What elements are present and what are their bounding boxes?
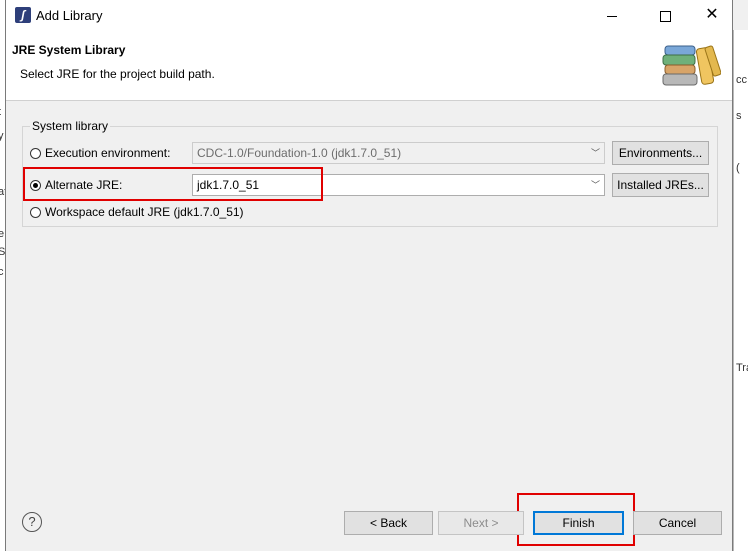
combo-value: jdk1.7.0_51	[197, 178, 260, 192]
radio-label: Execution environment:	[45, 146, 171, 160]
radio-icon	[30, 206, 41, 218]
radio-icon	[30, 147, 41, 159]
close-icon: ✕	[705, 6, 719, 23]
workspace-default-jre-radio[interactable]: Workspace default JRE (jdk1.7.0_51)	[30, 204, 244, 220]
chevron-down-icon: ﹀	[590, 148, 600, 158]
bg-fragment: Tra	[736, 362, 748, 374]
environments-button[interactable]: Environments...	[612, 141, 709, 165]
minimize-button[interactable]	[589, 0, 635, 30]
help-icon: ?	[28, 514, 36, 529]
radio-icon	[30, 179, 41, 191]
finish-button[interactable]: Finish	[533, 511, 624, 535]
combo-value: CDC-1.0/Foundation-1.0 (jdk1.7.0_51)	[197, 146, 402, 160]
minimize-icon	[607, 15, 617, 17]
page-title: JRE System Library	[12, 43, 126, 57]
next-button[interactable]: Next >	[438, 511, 524, 535]
maximize-icon	[659, 10, 671, 22]
group-legend: System library	[30, 119, 111, 133]
bg-fragment: y	[0, 130, 4, 142]
radio-label: Alternate JRE:	[45, 178, 123, 192]
page-description: Select JRE for the project build path.	[20, 67, 215, 81]
help-button[interactable]: ?	[22, 512, 42, 532]
installed-jres-button[interactable]: Installed JREs...	[612, 173, 709, 197]
background-editor-right: cc s ( Tra	[733, 30, 748, 551]
add-library-dialog: ʃ Add Library ✕ JRE System Library Selec…	[5, 0, 733, 551]
bg-fragment: e	[0, 228, 4, 240]
execution-environment-select: CDC-1.0/Foundation-1.0 (jdk1.7.0_51) ﹀	[192, 142, 605, 164]
eclipse-icon: ʃ	[15, 7, 31, 23]
maximize-button[interactable]	[642, 0, 688, 30]
wizard-header: JRE System Library Select JRE for the pr…	[6, 30, 732, 101]
bg-fragment: c	[0, 266, 4, 278]
bg-fragment: cc	[736, 74, 747, 86]
bg-fragment: t	[0, 106, 1, 118]
execution-environment-radio[interactable]: Execution environment:	[30, 145, 170, 161]
title-bar[interactable]: ʃ Add Library ✕	[6, 0, 732, 30]
chevron-down-icon: ﹀	[590, 180, 600, 190]
close-button[interactable]: ✕	[689, 0, 735, 30]
alternate-jre-radio[interactable]: Alternate JRE:	[30, 177, 122, 193]
radio-label: Workspace default JRE (jdk1.7.0_51)	[45, 205, 244, 219]
window-title: Add Library	[36, 8, 103, 23]
books-icon	[662, 45, 721, 86]
back-button[interactable]: < Back	[344, 511, 433, 535]
bg-fragment: (	[736, 162, 740, 174]
bg-fragment: s	[736, 110, 742, 122]
alternate-jre-select[interactable]: jdk1.7.0_51 ﹀	[192, 174, 605, 196]
cancel-button[interactable]: Cancel	[633, 511, 722, 535]
